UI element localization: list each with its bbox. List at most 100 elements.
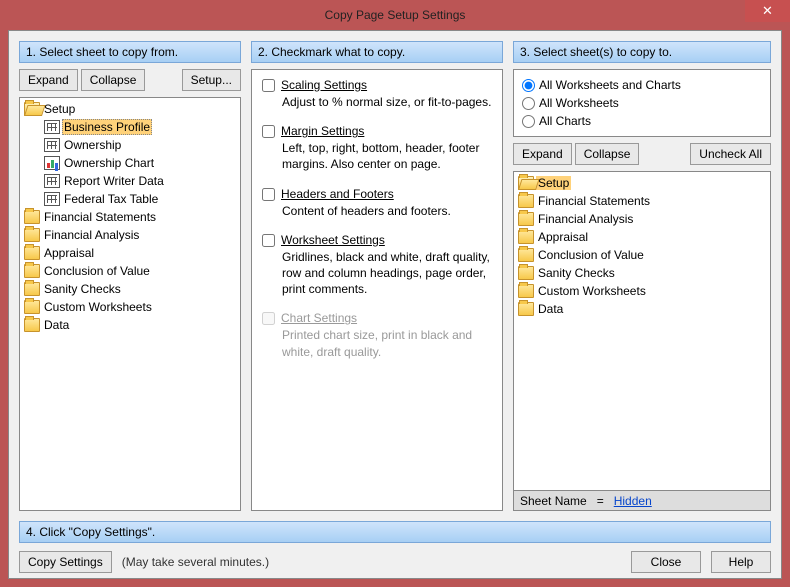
expand-button[interactable]: Expand — [513, 143, 572, 165]
tree-row[interactable]: Appraisal — [22, 244, 238, 262]
folder-closed-icon — [24, 300, 40, 314]
chart-icon — [44, 156, 60, 170]
folder-closed-icon — [518, 194, 534, 208]
setup-button[interactable]: Setup... — [182, 69, 241, 91]
source-tree[interactable]: Setup Business ProfileOwnership Ownership … — [19, 97, 241, 511]
tree-label: Financial Analysis — [536, 212, 635, 226]
tree-label: Appraisal — [42, 246, 96, 260]
tree-label: Sanity Checks — [536, 266, 617, 280]
tree-label: Business Profile — [62, 119, 152, 135]
folder-closed-icon — [24, 318, 40, 332]
folder-closed-icon — [24, 210, 40, 224]
close-icon[interactable]: ✕ — [745, 0, 790, 22]
sheet-name-label: Sheet Name — [520, 494, 587, 508]
expand-button[interactable]: Expand — [19, 69, 78, 91]
copy-option: Headers and FootersContent of headers an… — [262, 187, 492, 219]
tree-row[interactable]: Ownership — [22, 136, 238, 154]
folder-open-icon — [24, 102, 40, 116]
tree-label: Financial Statements — [536, 194, 652, 208]
option-checkbox — [262, 312, 275, 325]
option-title: Worksheet Settings — [281, 233, 385, 247]
tree-label: Sanity Checks — [42, 282, 123, 296]
tree-row[interactable]: Data — [516, 300, 768, 318]
copy-option: Margin SettingsLeft, top, right, bottom,… — [262, 124, 492, 172]
tree-label: Conclusion of Value — [536, 248, 646, 262]
option-desc: Printed chart size, print in black and w… — [282, 327, 492, 359]
help-button[interactable]: Help — [711, 551, 771, 573]
collapse-button[interactable]: Collapse — [81, 69, 146, 91]
option-desc: Gridlines, black and white, draft qualit… — [282, 249, 492, 298]
tree-label: Custom Worksheets — [42, 300, 154, 314]
scope-radio[interactable] — [522, 115, 535, 128]
option-checkbox[interactable] — [262, 234, 275, 247]
tree-row[interactable]: Ownership Chart — [22, 154, 238, 172]
tree-row[interactable]: Conclusion of Value — [516, 246, 768, 264]
titlebar: Copy Page Setup Settings ✕ — [0, 0, 790, 30]
collapse-button[interactable]: Collapse — [575, 143, 640, 165]
option-checkbox[interactable] — [262, 188, 275, 201]
target-tree[interactable]: Setup Financial Statements Financial Analy… — [513, 171, 771, 491]
tree-label: Setup — [536, 176, 571, 190]
sheet-icon — [44, 192, 60, 206]
tree-label: Federal Tax Table — [62, 192, 160, 206]
tree-row[interactable]: Report Writer Data — [22, 172, 238, 190]
scope-radio-row[interactable]: All Worksheets and Charts — [522, 76, 762, 94]
option-desc: Adjust to % normal size, or fit-to-pages… — [282, 94, 492, 110]
tree-row[interactable]: Financial Statements — [516, 192, 768, 210]
uncheck-all-button[interactable]: Uncheck All — [690, 143, 771, 165]
tree-row[interactable]: Conclusion of Value — [22, 262, 238, 280]
tree-label: Conclusion of Value — [42, 264, 152, 278]
step4-header: 4. Click "Copy Settings". — [19, 521, 771, 543]
window-title: Copy Page Setup Settings — [325, 8, 466, 22]
scope-radio[interactable] — [522, 97, 535, 110]
folder-closed-icon — [24, 282, 40, 296]
hidden-link[interactable]: Hidden — [614, 494, 652, 508]
tree-row[interactable]: Custom Worksheets — [516, 282, 768, 300]
tree-row[interactable]: Setup — [516, 174, 768, 192]
folder-closed-icon — [24, 264, 40, 278]
tree-row[interactable]: Financial Analysis — [22, 226, 238, 244]
folder-closed-icon — [24, 228, 40, 242]
option-checkbox[interactable] — [262, 125, 275, 138]
copy-options: Scaling SettingsAdjust to % normal size,… — [251, 69, 503, 511]
scope-radio-row[interactable]: All Worksheets — [522, 94, 762, 112]
folder-closed-icon — [518, 212, 534, 226]
sheet-icon — [44, 138, 60, 152]
close-button[interactable]: Close — [631, 551, 701, 573]
folder-closed-icon — [518, 302, 534, 316]
folder-open-icon — [518, 176, 534, 190]
tree-row[interactable]: Financial Analysis — [516, 210, 768, 228]
tree-row[interactable]: Appraisal — [516, 228, 768, 246]
option-desc: Left, top, right, bottom, header, footer… — [282, 140, 492, 172]
tree-label: Ownership Chart — [62, 156, 156, 170]
tree-row[interactable]: Data — [22, 316, 238, 334]
option-title: Chart Settings — [281, 311, 357, 325]
option-checkbox[interactable] — [262, 79, 275, 92]
folder-closed-icon — [518, 284, 534, 298]
sheet-icon — [44, 120, 60, 134]
tree-row[interactable]: Setup — [22, 100, 238, 118]
folder-closed-icon — [24, 246, 40, 260]
copy-option: Worksheet Settings Gridlines, black and w… — [262, 233, 492, 298]
tree-row[interactable]: Federal Tax Table — [22, 190, 238, 208]
tree-row[interactable]: Sanity Checks — [22, 280, 238, 298]
folder-closed-icon — [518, 266, 534, 280]
tree-row[interactable]: Financial Statements — [22, 208, 238, 226]
scope-radio-label: All Worksheets and Charts — [539, 78, 681, 92]
folder-closed-icon — [518, 230, 534, 244]
tree-row[interactable]: Business Profile — [22, 118, 238, 136]
tree-label: Setup — [42, 102, 77, 116]
copy-settings-button[interactable]: Copy Settings — [19, 551, 112, 573]
tree-label: Custom Worksheets — [536, 284, 648, 298]
sheet-name-row: Sheet Name = Hidden — [513, 491, 771, 511]
tree-label: Data — [42, 318, 71, 332]
scope-radio[interactable] — [522, 79, 535, 92]
option-title: Headers and Footers — [281, 187, 394, 201]
sheet-icon — [44, 174, 60, 188]
folder-closed-icon — [518, 248, 534, 262]
scope-radio-label: All Charts — [539, 114, 591, 128]
tree-row[interactable]: Custom Worksheets — [22, 298, 238, 316]
target-scope-radios: All Worksheets and Charts All Worksheets A… — [513, 69, 771, 137]
scope-radio-row[interactable]: All Charts — [522, 112, 762, 130]
tree-row[interactable]: Sanity Checks — [516, 264, 768, 282]
